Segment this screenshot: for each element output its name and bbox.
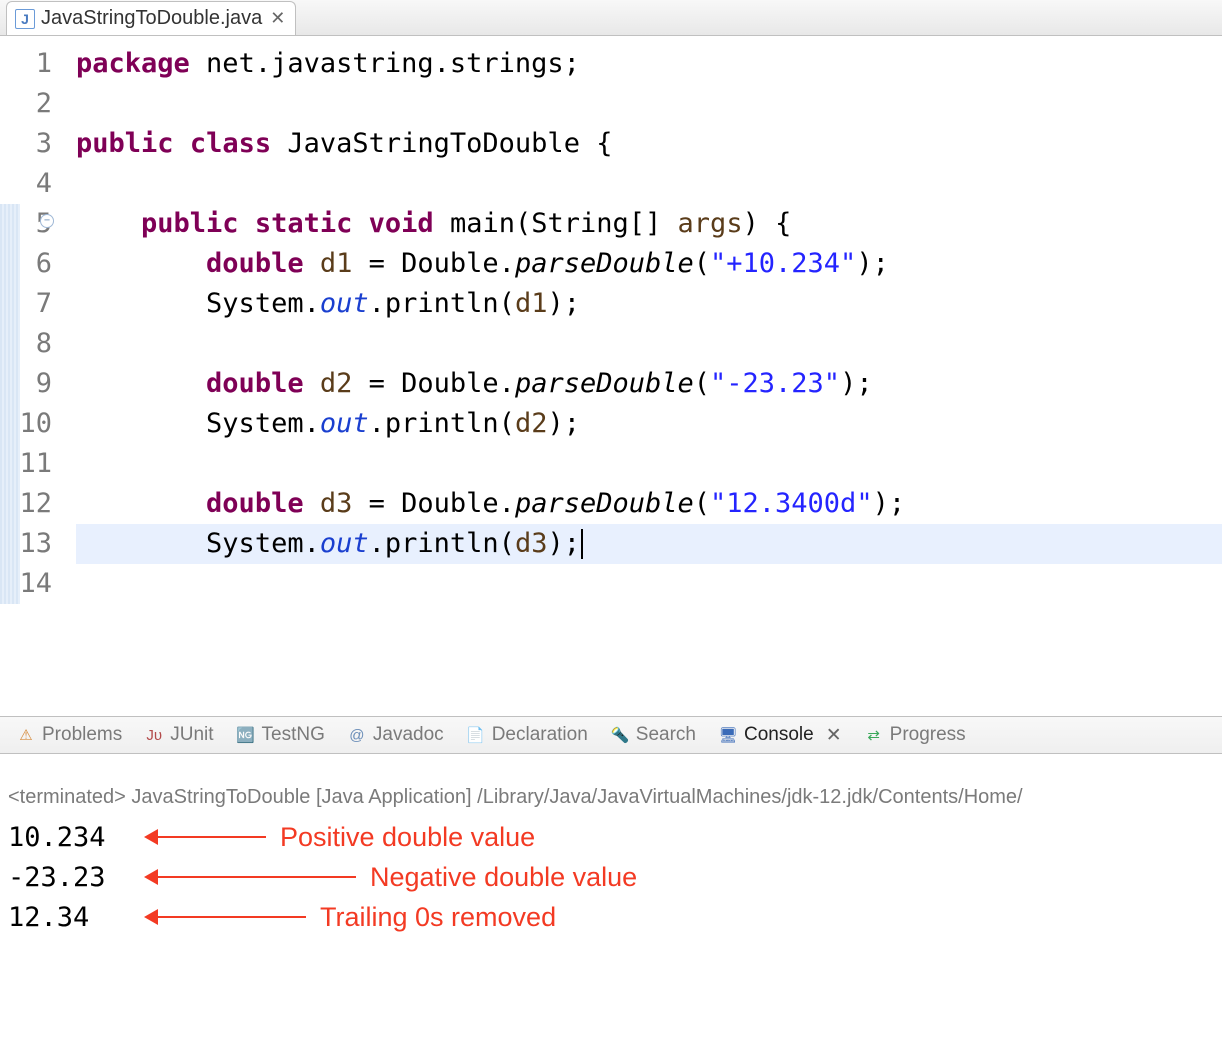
tab-junit[interactable]: JᴜJUnit [136, 717, 221, 753]
close-icon[interactable]: ✕ [270, 8, 285, 29]
output-value: 12.34 [8, 902, 148, 933]
tab-progress[interactable]: ⇄Progress [856, 717, 974, 753]
text-cursor [581, 529, 583, 559]
console-panel: <terminated> JavaStringToDouble [Java Ap… [0, 754, 1222, 1042]
close-icon[interactable]: ✕ [826, 724, 842, 747]
editor-tab[interactable]: J JavaStringToDouble.java ✕ [6, 1, 296, 35]
code-editor[interactable]: 1 2 3 4 5− 6 7 8 9 10 11 12 13 14 packag… [0, 36, 1222, 716]
annotation-text: Negative double value [370, 862, 637, 893]
tab-title: JavaStringToDouble.java [41, 7, 262, 30]
junit-icon: Jᴜ [144, 725, 164, 745]
arrow-left-icon [156, 916, 306, 918]
testng-icon: 🆖 [236, 725, 256, 745]
arrow-left-icon [156, 876, 356, 878]
line-number-gutter: 1 2 3 4 5− 6 7 8 9 10 11 12 13 14 [0, 36, 62, 716]
annotation-text: Positive double value [280, 822, 535, 853]
tab-problems[interactable]: ⚠Problems [8, 717, 130, 753]
tab-console[interactable]: 🖥Console✕ [710, 717, 850, 753]
output-value: -23.23 [8, 862, 148, 893]
console-output-row: -23.23 Negative double value [8, 857, 1214, 897]
annotation-text: Trailing 0s removed [320, 902, 556, 933]
at-icon: @ [347, 725, 367, 745]
console-status-line: <terminated> JavaStringToDouble [Java Ap… [8, 786, 1214, 809]
declaration-icon: 📄 [466, 725, 486, 745]
java-file-icon: J [15, 9, 35, 29]
console-icon: 🖥 [718, 725, 738, 745]
views-tab-bar: ⚠Problems JᴜJUnit 🆖TestNG @Javadoc 📄Decl… [0, 716, 1222, 754]
collapse-icon[interactable]: − [40, 214, 54, 228]
console-output-row: 10.234 Positive double value [8, 817, 1214, 857]
arrow-left-icon [156, 836, 266, 838]
console-output-row: 12.34 Trailing 0s removed [8, 897, 1214, 937]
progress-icon: ⇄ [864, 725, 884, 745]
tab-javadoc[interactable]: @Javadoc [339, 717, 452, 753]
flashlight-icon: 🔦 [610, 725, 630, 745]
output-value: 10.234 [8, 822, 148, 853]
code-text[interactable]: package net.javastring.strings; public c… [62, 36, 1222, 716]
tab-search[interactable]: 🔦Search [602, 717, 704, 753]
tab-declaration[interactable]: 📄Declaration [458, 717, 596, 753]
tab-testng[interactable]: 🆖TestNG [228, 717, 333, 753]
tab-bar: J JavaStringToDouble.java ✕ [0, 0, 1222, 36]
warning-icon: ⚠ [16, 725, 36, 745]
